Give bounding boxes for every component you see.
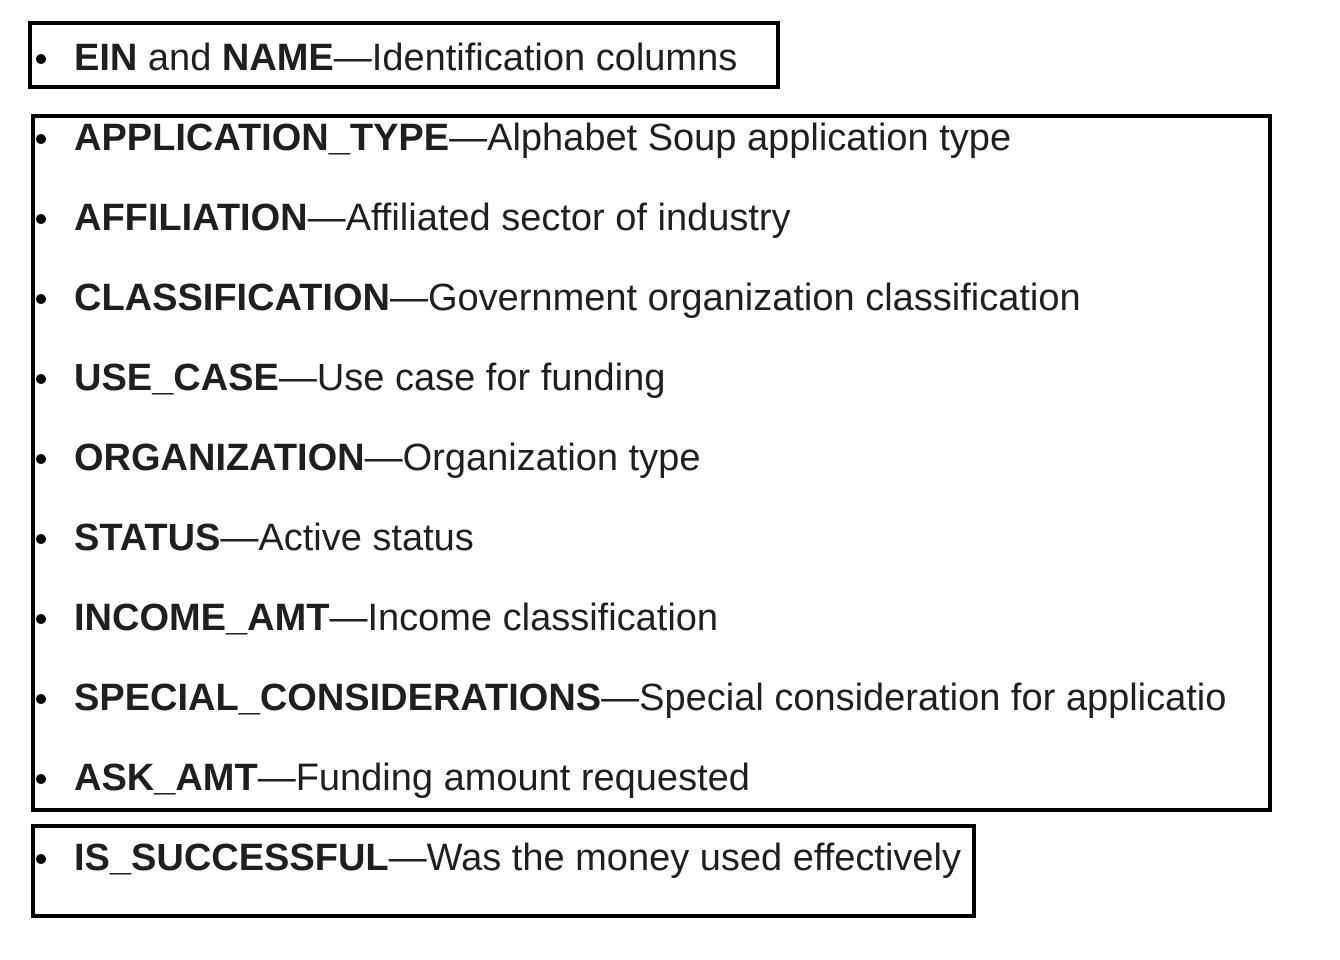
list-item-text: USE_CASE—Use case for funding — [74, 338, 665, 418]
term-name: NAME — [221, 37, 334, 79]
list-item-organization: ORGANIZATION—Organization type — [0, 418, 1242, 498]
description: Government organization classification — [427, 277, 1081, 319]
list-item-income-amt: INCOME_AMT—Income classification — [0, 578, 1242, 658]
bullet-icon — [36, 134, 46, 144]
bullet-icon — [36, 294, 46, 304]
description: Affiliated sector of industry — [345, 197, 791, 239]
em-dash: — — [329, 597, 368, 639]
term: INCOME_AMT — [74, 597, 330, 639]
em-dash: — — [364, 437, 403, 479]
list-item-use-case: USE_CASE—Use case for funding — [0, 338, 1242, 418]
list-item-special-considerations: SPECIAL_CONSIDERATIONS—Special considera… — [0, 658, 1242, 738]
term: ASK_AMT — [74, 757, 258, 799]
description: Funding amount requested — [295, 757, 750, 799]
list-item-text: STATUS—Active status — [74, 498, 474, 578]
description: Use case for funding — [316, 357, 666, 399]
bullet-icon — [36, 774, 46, 784]
term-ein: EIN — [74, 37, 138, 79]
em-dash: — — [220, 517, 259, 559]
list-item-affiliation: AFFILIATION—Affiliated sector of industr… — [0, 178, 1242, 258]
list-item-text: CLASSIFICATION—Government organization c… — [74, 258, 1081, 338]
term: CLASSIFICATION — [74, 277, 390, 319]
bullet-icon — [36, 454, 46, 464]
em-dash: — — [278, 357, 317, 399]
list-item-ask-amt: ASK_AMT—Funding amount requested — [0, 738, 1242, 818]
list-item-status: STATUS—Active status — [0, 498, 1242, 578]
term: ORGANIZATION — [74, 437, 365, 479]
list-container: EIN and NAME—Identification columns APPL… — [0, 0, 1242, 960]
term: STATUS — [74, 517, 221, 559]
em-dash: — — [389, 277, 428, 319]
em-dash: — — [601, 677, 640, 719]
bullet-icon — [36, 374, 46, 384]
description: Identification columns — [371, 37, 738, 79]
bullet-icon — [36, 854, 46, 864]
description: Income classification — [367, 597, 719, 639]
list-item-text: ASK_AMT—Funding amount requested — [74, 738, 750, 818]
term: SPECIAL_CONSIDERATIONS — [74, 677, 602, 719]
em-dash: — — [388, 837, 427, 879]
description: Special consideration for applicatio — [639, 677, 1227, 719]
em-dash: — — [307, 197, 346, 239]
em-dash: — — [257, 757, 296, 799]
list-item-text: ORGANIZATION—Organization type — [74, 418, 700, 498]
em-dash: — — [449, 117, 488, 159]
description: Was the money used effectively — [426, 837, 961, 879]
bullet-icon — [36, 694, 46, 704]
list-item-text: EIN and NAME—Identification columns — [74, 18, 737, 98]
bullet-icon — [36, 54, 46, 64]
em-dash: — — [333, 37, 372, 79]
list-item-application-type: APPLICATION_TYPE—Alphabet Soup applicati… — [0, 98, 1242, 178]
description: Active status — [258, 517, 474, 559]
term: USE_CASE — [74, 357, 279, 399]
list-item-text: AFFILIATION—Affiliated sector of industr… — [74, 178, 791, 258]
description: Organization type — [402, 437, 701, 479]
term: AFFILIATION — [74, 197, 308, 239]
joiner-word: and — [147, 37, 212, 79]
description: Alphabet Soup application type — [487, 117, 1012, 159]
bullet-icon — [36, 534, 46, 544]
list-item-text: INCOME_AMT—Income classification — [74, 578, 718, 658]
list-item-text: SPECIAL_CONSIDERATIONS—Special considera… — [74, 658, 1226, 738]
list-item-classification: CLASSIFICATION—Government organization c… — [0, 258, 1242, 338]
term: APPLICATION_TYPE — [74, 117, 450, 159]
list-item-is-successful: IS_SUCCESSFUL—Was the money used effecti… — [0, 818, 1242, 898]
list-item-text: IS_SUCCESSFUL—Was the money used effecti… — [74, 818, 961, 898]
bullet-icon — [36, 614, 46, 624]
list-item-identification: EIN and NAME—Identification columns — [0, 18, 1242, 98]
bullet-icon — [36, 214, 46, 224]
term: IS_SUCCESSFUL — [74, 837, 389, 879]
list-item-text: APPLICATION_TYPE—Alphabet Soup applicati… — [74, 98, 1011, 178]
